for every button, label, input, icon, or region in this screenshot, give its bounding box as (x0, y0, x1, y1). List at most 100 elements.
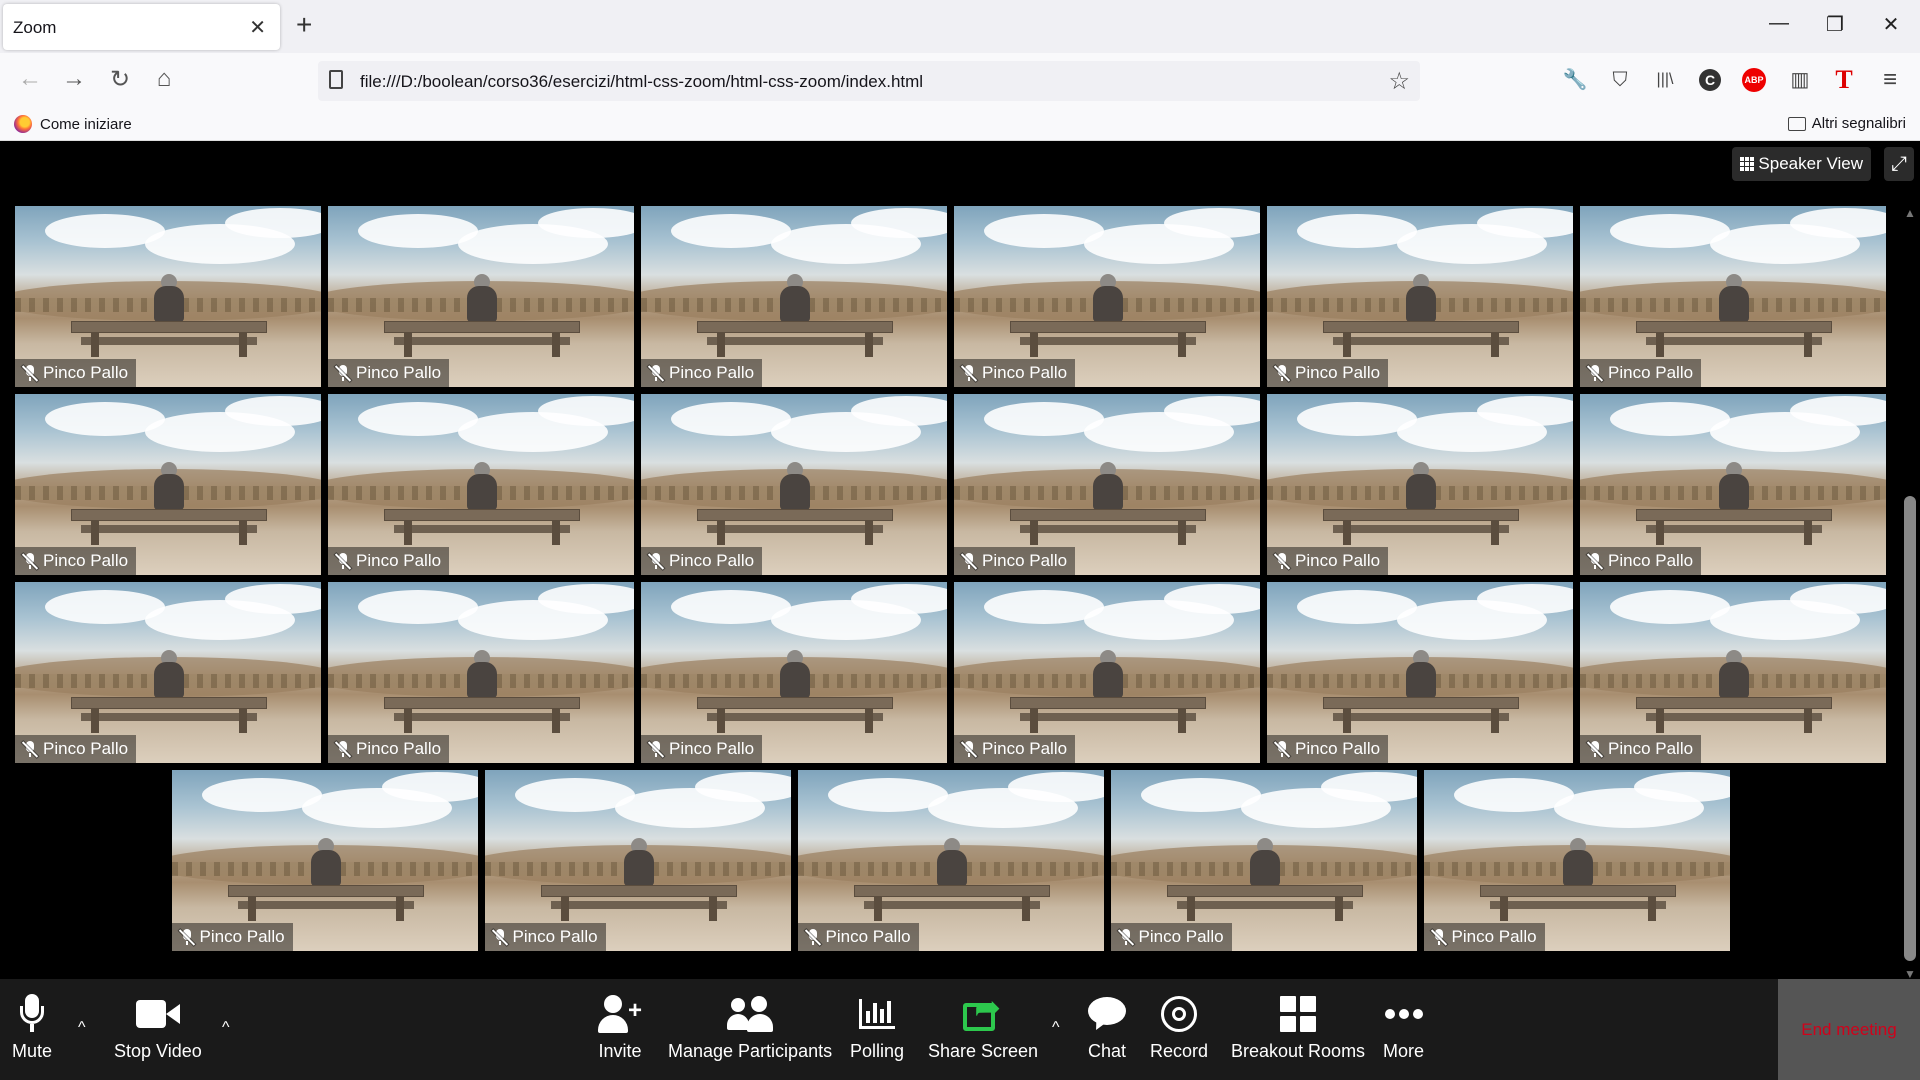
invite-button[interactable]: + Invite (598, 991, 642, 1062)
participant-tile[interactable]: Pinco Pallo (954, 394, 1260, 575)
participant-name-label: Pinco Pallo (1267, 547, 1389, 575)
participant-name-label: Pinco Pallo (1423, 923, 1545, 951)
chat-button[interactable]: Chat (1088, 991, 1126, 1062)
muted-microphone-icon (1430, 928, 1448, 946)
participant-name: Pinco Pallo (43, 551, 129, 570)
participant-tile[interactable]: Pinco Pallo (1267, 582, 1573, 763)
bookmark-come-iniziare[interactable]: Come iniziare (14, 115, 132, 133)
participant-name-label: Pinco Pallo (954, 735, 1076, 763)
share-screen-button[interactable]: ➦ Share Screen (928, 991, 1038, 1062)
end-meeting-button[interactable]: End meeting (1778, 979, 1920, 1080)
participant-tile[interactable]: Pinco Pallo (1580, 394, 1886, 575)
mute-label: Mute (12, 1041, 53, 1061)
muted-microphone-icon (960, 740, 978, 758)
adblock-plus-icon[interactable]: ABP (1742, 68, 1766, 92)
manage-participants-button[interactable]: Manage Participants (668, 991, 832, 1062)
participant-name-label: Pinco Pallo (15, 359, 137, 387)
reload-button[interactable]: ↻ (104, 65, 136, 94)
scroll-thumb[interactable] (1904, 496, 1916, 961)
participant-name-label: Pinco Pallo (1580, 359, 1702, 387)
participant-tile[interactable]: Pinco Pallo (1267, 206, 1573, 387)
participant-name: Pinco Pallo (982, 363, 1068, 382)
share-options-caret[interactable]: ^ (1052, 1019, 1060, 1037)
close-window-button[interactable]: ✕ (1876, 12, 1906, 37)
participant-name-label: Pinco Pallo (328, 359, 450, 387)
participant-tile[interactable]: Pinco Pallo (797, 770, 1104, 951)
stop-video-label: Stop Video (114, 1041, 202, 1061)
participant-tile[interactable]: Pinco Pallo (1423, 770, 1730, 951)
meeting-toolbar: Mute ^ Stop Video ^ + Invite Manage Part… (0, 979, 1920, 1080)
breakout-rooms-button[interactable]: Breakout Rooms (1231, 991, 1365, 1062)
zoom-meeting-view: Speaker View ⤢ Pinco Pallo Pinco Pallo Pin… (0, 141, 1920, 1080)
participant-tile[interactable]: Pinco Pallo (1267, 394, 1573, 575)
participant-tile[interactable]: Pinco Pallo (1580, 206, 1886, 387)
invite-label: Invite (598, 1041, 642, 1061)
participant-name: Pinco Pallo (1608, 363, 1694, 382)
gallery-scrollbar[interactable]: ▲ ▼ (1900, 206, 1920, 981)
pocket-icon[interactable]: ⛉ (1605, 65, 1635, 95)
wrench-icon[interactable]: 🔧 (1560, 65, 1590, 95)
manage-participants-label: Manage Participants (668, 1041, 833, 1061)
record-button[interactable]: Record (1150, 991, 1208, 1062)
polling-button[interactable]: Polling (850, 991, 904, 1062)
other-bookmarks[interactable]: Altri segnalibri (1787, 115, 1906, 132)
participant-tile[interactable]: Pinco Pallo (15, 394, 321, 575)
participant-name-label: Pinco Pallo (954, 359, 1076, 387)
reader-icon[interactable]: ▥ (1785, 65, 1815, 95)
participant-name: Pinco Pallo (356, 551, 442, 570)
participant-tile[interactable]: Pinco Pallo (1580, 582, 1886, 763)
speaker-view-button[interactable]: Speaker View (1732, 147, 1871, 181)
url-text[interactable]: file:///D:/boolean/corso36/esercizi/html… (360, 72, 923, 92)
c-extension-icon[interactable]: C (1699, 69, 1721, 91)
library-icon[interactable]: |||\ (1650, 65, 1680, 95)
tab-close-icon[interactable]: ✕ (249, 15, 266, 40)
participant-tile[interactable]: Pinco Pallo (15, 582, 321, 763)
participant-name: Pinco Pallo (356, 739, 442, 758)
muted-microphone-icon (647, 740, 665, 758)
participant-tile[interactable]: Pinco Pallo (328, 582, 634, 763)
participant-tile[interactable]: Pinco Pallo (641, 582, 947, 763)
menu-icon[interactable]: ≡ (1875, 65, 1905, 95)
record-icon (1161, 991, 1198, 1037)
participant-tile[interactable]: Pinco Pallo (641, 394, 947, 575)
participant-name-label: Pinco Pallo (1110, 923, 1232, 951)
more-button[interactable]: More (1383, 991, 1424, 1062)
stop-video-button[interactable]: Stop Video (114, 991, 202, 1062)
bookmark-star-icon[interactable]: ☆ (1388, 67, 1410, 96)
participant-tile[interactable]: Pinco Pallo (328, 394, 634, 575)
home-button[interactable]: ⌂ (148, 65, 180, 93)
participant-name: Pinco Pallo (1608, 551, 1694, 570)
share-screen-label: Share Screen (928, 1041, 1039, 1061)
participant-name: Pinco Pallo (982, 739, 1068, 758)
muted-microphone-icon (491, 928, 509, 946)
participant-tile[interactable]: Pinco Pallo (171, 770, 478, 951)
muted-microphone-icon (334, 364, 352, 382)
new-tab-button[interactable]: + (296, 10, 312, 40)
more-dots-icon (1384, 991, 1423, 1037)
fullscreen-icon[interactable]: ⤢ (1884, 147, 1914, 181)
minimize-button[interactable]: — (1764, 12, 1794, 35)
other-bookmarks-label: Altri segnalibri (1811, 115, 1906, 132)
participant-tile[interactable]: Pinco Pallo (954, 206, 1260, 387)
forward-button[interactable]: → (58, 65, 90, 93)
address-bar[interactable]: file:///D:/boolean/corso36/esercizi/html… (318, 61, 1420, 101)
bookmark-label: Come iniziare (40, 115, 132, 133)
video-camera-icon (135, 991, 180, 1037)
browser-tab-zoom[interactable]: Zoom ✕ (3, 4, 280, 50)
participant-tile[interactable]: Pinco Pallo (15, 206, 321, 387)
back-button[interactable]: ← (14, 65, 46, 93)
add-person-icon: + (598, 991, 642, 1037)
muted-microphone-icon (178, 928, 196, 946)
participant-tile[interactable]: Pinco Pallo (1110, 770, 1417, 951)
participant-name: Pinco Pallo (1295, 551, 1381, 570)
t-extension-icon[interactable]: T (1829, 65, 1859, 95)
mute-button[interactable]: Mute (12, 991, 52, 1062)
video-options-caret[interactable]: ^ (222, 1019, 230, 1037)
participant-tile[interactable]: Pinco Pallo (641, 206, 947, 387)
scroll-up-icon[interactable]: ▲ (1904, 206, 1916, 220)
participant-tile[interactable]: Pinco Pallo (328, 206, 634, 387)
restore-button[interactable]: ❐ (1820, 12, 1850, 37)
audio-options-caret[interactable]: ^ (78, 1019, 86, 1037)
participant-tile[interactable]: Pinco Pallo (484, 770, 791, 951)
participant-tile[interactable]: Pinco Pallo (954, 582, 1260, 763)
